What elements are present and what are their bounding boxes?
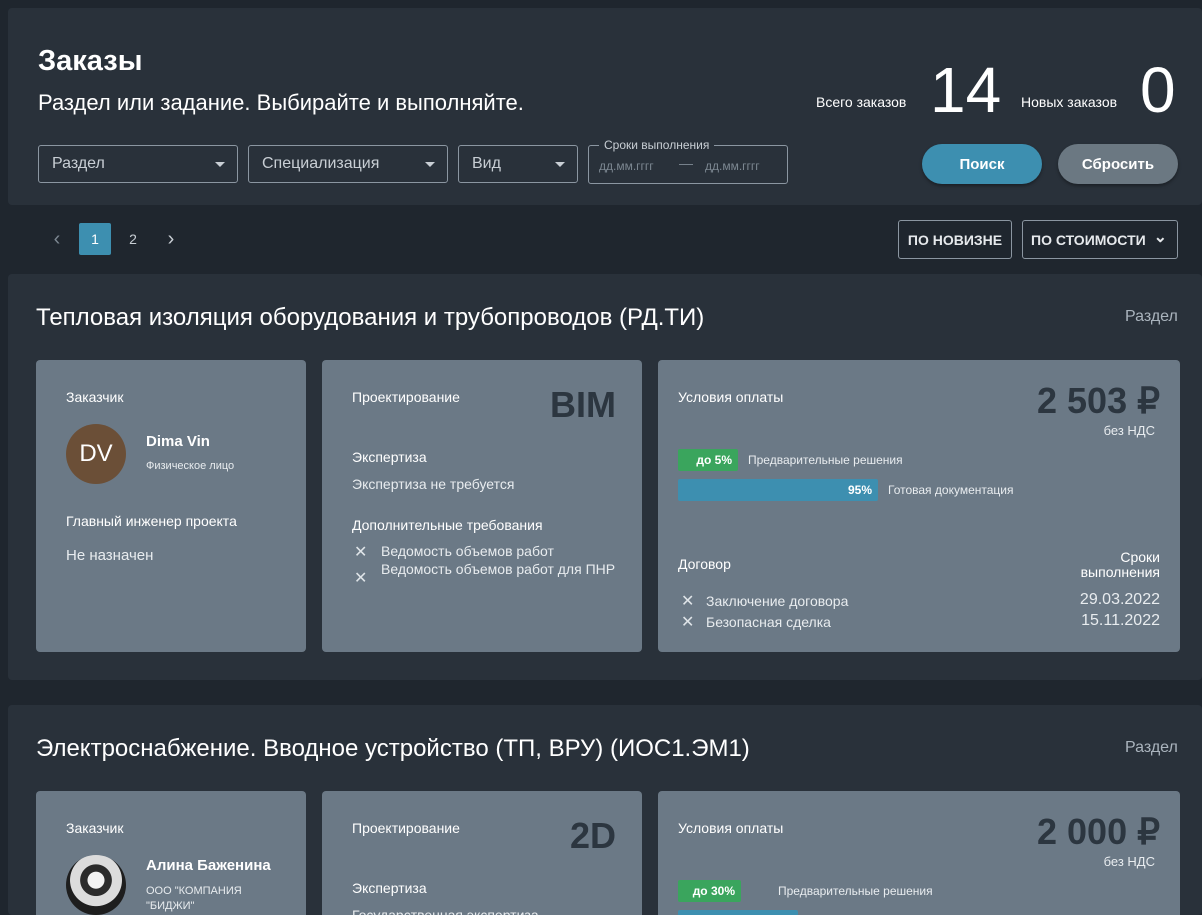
specialization-select-label: Специализация — [262, 155, 380, 172]
order-card: Электроснабжение. Вводное устройство (ТП… — [8, 705, 1202, 915]
user-photo-icon — [66, 855, 126, 915]
deadlines-label: Сроки выполнения — [1080, 549, 1160, 580]
order-type-tag: Раздел — [1125, 308, 1178, 325]
avatar: DV — [66, 424, 126, 484]
order-price: 2 503 ₽ — [1037, 380, 1160, 421]
order-title[interactable]: Электроснабжение. Вводное устройство (ТП… — [36, 735, 750, 763]
contract-label: Договор — [678, 556, 731, 572]
payment-terms-label: Условия оплаты — [678, 820, 784, 836]
caret-down-icon — [555, 162, 565, 167]
design-label: Проектирование — [352, 389, 460, 405]
customer-name[interactable]: Алина Баженина — [146, 857, 271, 874]
stage-badge: до 5% — [678, 449, 738, 471]
vat-note: без НДС — [1103, 423, 1155, 438]
date-range-dash: — — [679, 155, 693, 171]
payment-panel: Условия оплаты 2 000 ₽ без НДС до 30% Пр… — [658, 791, 1180, 915]
contract-date: 15.11.2022 — [1081, 612, 1160, 629]
date-to-input[interactable]: дд.мм.гггг — [705, 159, 760, 173]
caret-down-icon — [425, 162, 435, 167]
deadline-range-legend: Сроки выполнения — [599, 138, 715, 152]
customer-type: Физическое лицо — [146, 460, 235, 472]
extra-requirement-item: Ведомость объемов работ для ПНР — [381, 561, 616, 577]
customer-panel: Заказчик Алина Баженина ООО "КОМПАНИЯ "Б… — [36, 791, 306, 915]
deadline-range-field[interactable]: Сроки выполнения дд.мм.гггг — дд.мм.гггг — [588, 138, 788, 184]
stage-bar — [678, 910, 798, 915]
page-subtitle: Раздел или задание. Выбирайте и выполняй… — [38, 90, 524, 115]
chief-engineer-value: Не назначен — [66, 547, 154, 564]
expertise-label: Экспертиза — [352, 449, 427, 465]
requirements-panel: Проектирование BIM Экспертиза Экспертиза… — [322, 360, 642, 652]
new-orders-count: 0 — [1140, 54, 1176, 126]
extra-requirements-label: Дополнительные требования — [352, 517, 543, 533]
order-price: 2 000 ₽ — [1037, 811, 1160, 852]
search-button[interactable]: Поиск — [922, 144, 1042, 184]
contract-item: Безопасная сделка — [706, 614, 831, 630]
orders-header: Заказы Раздел или задание. Выбирайте и в… — [8, 8, 1202, 205]
contract-item: Заключение договора — [706, 593, 849, 609]
sort-price-button[interactable]: ПО СТОИМОСТИ ⌄ — [1022, 220, 1178, 259]
customer-label: Заказчик — [66, 820, 124, 836]
order-card: Тепловая изоляция оборудования и трубопр… — [8, 274, 1202, 680]
total-orders-count: 14 — [930, 54, 1002, 126]
customer-panel: Заказчик DV Dima Vin Физическое лицо Гла… — [36, 360, 306, 652]
page-2-button[interactable]: 2 — [117, 223, 149, 255]
type-select-label: Вид — [472, 155, 501, 172]
expertise-label: Экспертиза — [352, 880, 427, 896]
close-icon: ✕ — [681, 593, 695, 610]
section-select[interactable]: Раздел — [38, 145, 238, 183]
expertise-value: Государственная экспертиза — [352, 907, 539, 915]
design-format-code: BIM — [550, 384, 616, 425]
design-label: Проектирование — [352, 820, 460, 836]
sort-price-label: ПО СТОИМОСТИ — [1031, 231, 1146, 248]
stage-label: Предварительные решения — [778, 884, 933, 898]
close-icon: ✕ — [354, 570, 368, 587]
type-select[interactable]: Вид — [458, 145, 578, 183]
customer-name[interactable]: Dima Vin — [146, 433, 210, 450]
total-orders-label: Всего заказов — [816, 94, 907, 110]
close-icon: ✕ — [354, 544, 368, 561]
customer-label: Заказчик — [66, 389, 124, 405]
chevron-down-icon: ⌄ — [1153, 229, 1167, 246]
page-title: Заказы — [38, 45, 143, 77]
next-page-icon[interactable]: › — [155, 223, 187, 255]
chief-engineer-label: Главный инженер проекта — [66, 513, 237, 529]
new-orders-label: Новых заказов — [1021, 94, 1118, 110]
payment-panel: Условия оплаты 2 503 ₽ без НДС до 5% Пре… — [658, 360, 1180, 652]
order-title[interactable]: Тепловая изоляция оборудования и трубопр… — [36, 304, 704, 332]
requirements-panel: Проектирование 2D Экспертиза Государстве… — [322, 791, 642, 915]
caret-down-icon — [215, 162, 225, 167]
close-icon: ✕ — [681, 614, 695, 631]
stage-badge: 95% — [678, 479, 878, 501]
order-type-tag: Раздел — [1125, 739, 1178, 756]
payment-terms-label: Условия оплаты — [678, 389, 784, 405]
expertise-value: Экспертиза не требуется — [352, 476, 515, 492]
prev-page-icon[interactable]: ‹ — [41, 223, 73, 255]
design-format-code: 2D — [570, 815, 617, 856]
reset-button[interactable]: Сбросить — [1058, 144, 1178, 184]
page-1-button[interactable]: 1 — [79, 223, 111, 255]
extra-requirement-item: Ведомость объемов работ — [381, 543, 554, 559]
stage-label: Готовая документация — [888, 483, 1014, 497]
specialization-select[interactable]: Специализация — [248, 145, 448, 183]
stage-label: Предварительные решения — [748, 453, 903, 467]
contract-date: 29.03.2022 — [1079, 591, 1160, 608]
stage-badge: до 30% — [678, 880, 741, 902]
customer-type: ООО "КОМПАНИЯ "БИДЖИ" — [146, 885, 242, 912]
vat-note: без НДС — [1103, 854, 1155, 869]
date-from-input[interactable]: дд.мм.гггг — [599, 159, 654, 173]
section-select-label: Раздел — [52, 155, 105, 172]
sort-newest-button[interactable]: ПО НОВИЗНЕ — [898, 220, 1012, 259]
